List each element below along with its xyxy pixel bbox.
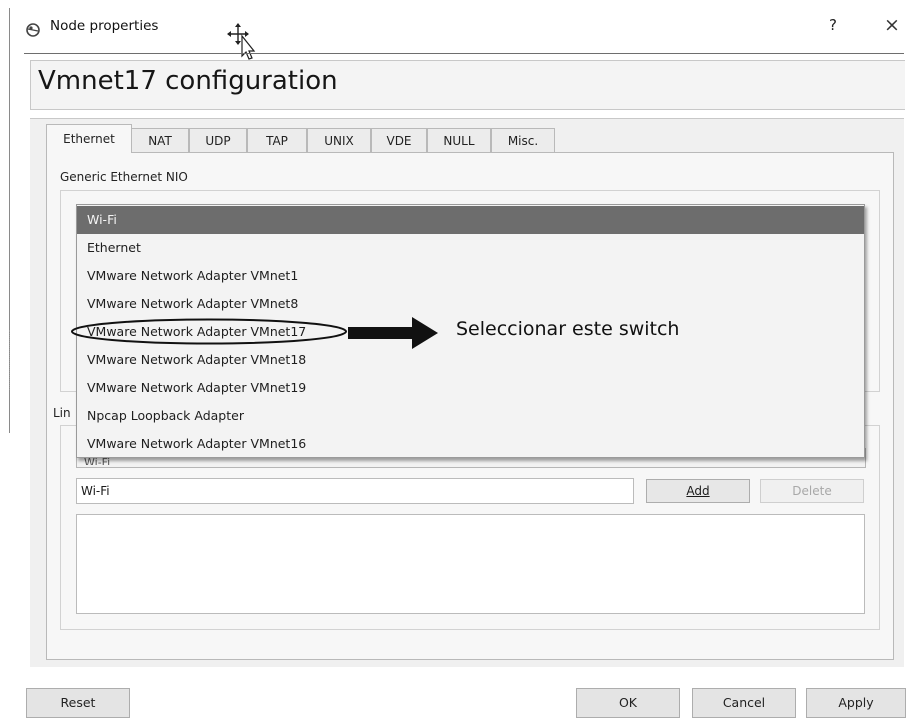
- add-button-label: Add: [686, 484, 710, 498]
- tab-misc[interactable]: Misc.: [491, 128, 555, 152]
- dropdown-option-vmnet1[interactable]: VMware Network Adapter VMnet1: [77, 262, 864, 290]
- dropdown-option-vmnet19[interactable]: VMware Network Adapter VMnet19: [77, 374, 864, 402]
- dropdown-option-npcap-loopback[interactable]: Npcap Loopback Adapter: [77, 402, 864, 430]
- move-cursor-icon: [227, 23, 256, 60]
- resize-handle[interactable]: [9, 330, 11, 390]
- tab-vde[interactable]: VDE: [371, 128, 427, 152]
- tab-ethernet[interactable]: Ethernet: [46, 124, 132, 153]
- link-group-label: Lin: [53, 406, 71, 420]
- apply-button[interactable]: Apply: [806, 688, 906, 718]
- header-divider: [24, 53, 904, 54]
- dropdown-option-vmnet8[interactable]: VMware Network Adapter VMnet8: [77, 290, 864, 318]
- dropdown-option-vmnet18[interactable]: VMware Network Adapter VMnet18: [77, 346, 864, 374]
- page-title: Vmnet17 configuration: [38, 66, 338, 96]
- window-title: Node properties: [50, 18, 159, 34]
- reset-button[interactable]: Reset: [26, 688, 130, 718]
- add-button[interactable]: Add: [646, 479, 750, 503]
- tab-nat[interactable]: NAT: [131, 128, 189, 152]
- cancel-button[interactable]: Cancel: [692, 688, 796, 718]
- arrow-right-icon: [348, 317, 438, 349]
- adapter-name-input[interactable]: Wi-Fi: [76, 478, 634, 504]
- generic-ethernet-nio-label: Generic Ethernet NIO: [60, 170, 188, 184]
- app-icon: [26, 23, 40, 37]
- dropdown-option-wifi[interactable]: Wi-Fi: [77, 206, 864, 234]
- close-icon[interactable]: ×: [880, 14, 904, 38]
- delete-button[interactable]: Delete: [760, 479, 864, 503]
- tab-unix[interactable]: UNIX: [307, 128, 371, 152]
- highlight-ellipse: [71, 318, 347, 345]
- node-properties-dialog: Node properties ? × Vmnet17 configuratio…: [0, 0, 914, 721]
- tab-null[interactable]: NULL: [427, 128, 491, 152]
- nio-list[interactable]: [76, 514, 865, 614]
- tab-tap[interactable]: TAP: [247, 128, 307, 152]
- ok-button[interactable]: OK: [576, 688, 680, 718]
- tab-udp[interactable]: UDP: [189, 128, 247, 152]
- help-icon[interactable]: ?: [823, 16, 843, 38]
- dropdown-option-ethernet[interactable]: Ethernet: [77, 234, 864, 262]
- annotation-text: Seleccionar este switch: [456, 318, 680, 340]
- dropdown-option-vmnet16[interactable]: VMware Network Adapter VMnet16: [77, 430, 864, 458]
